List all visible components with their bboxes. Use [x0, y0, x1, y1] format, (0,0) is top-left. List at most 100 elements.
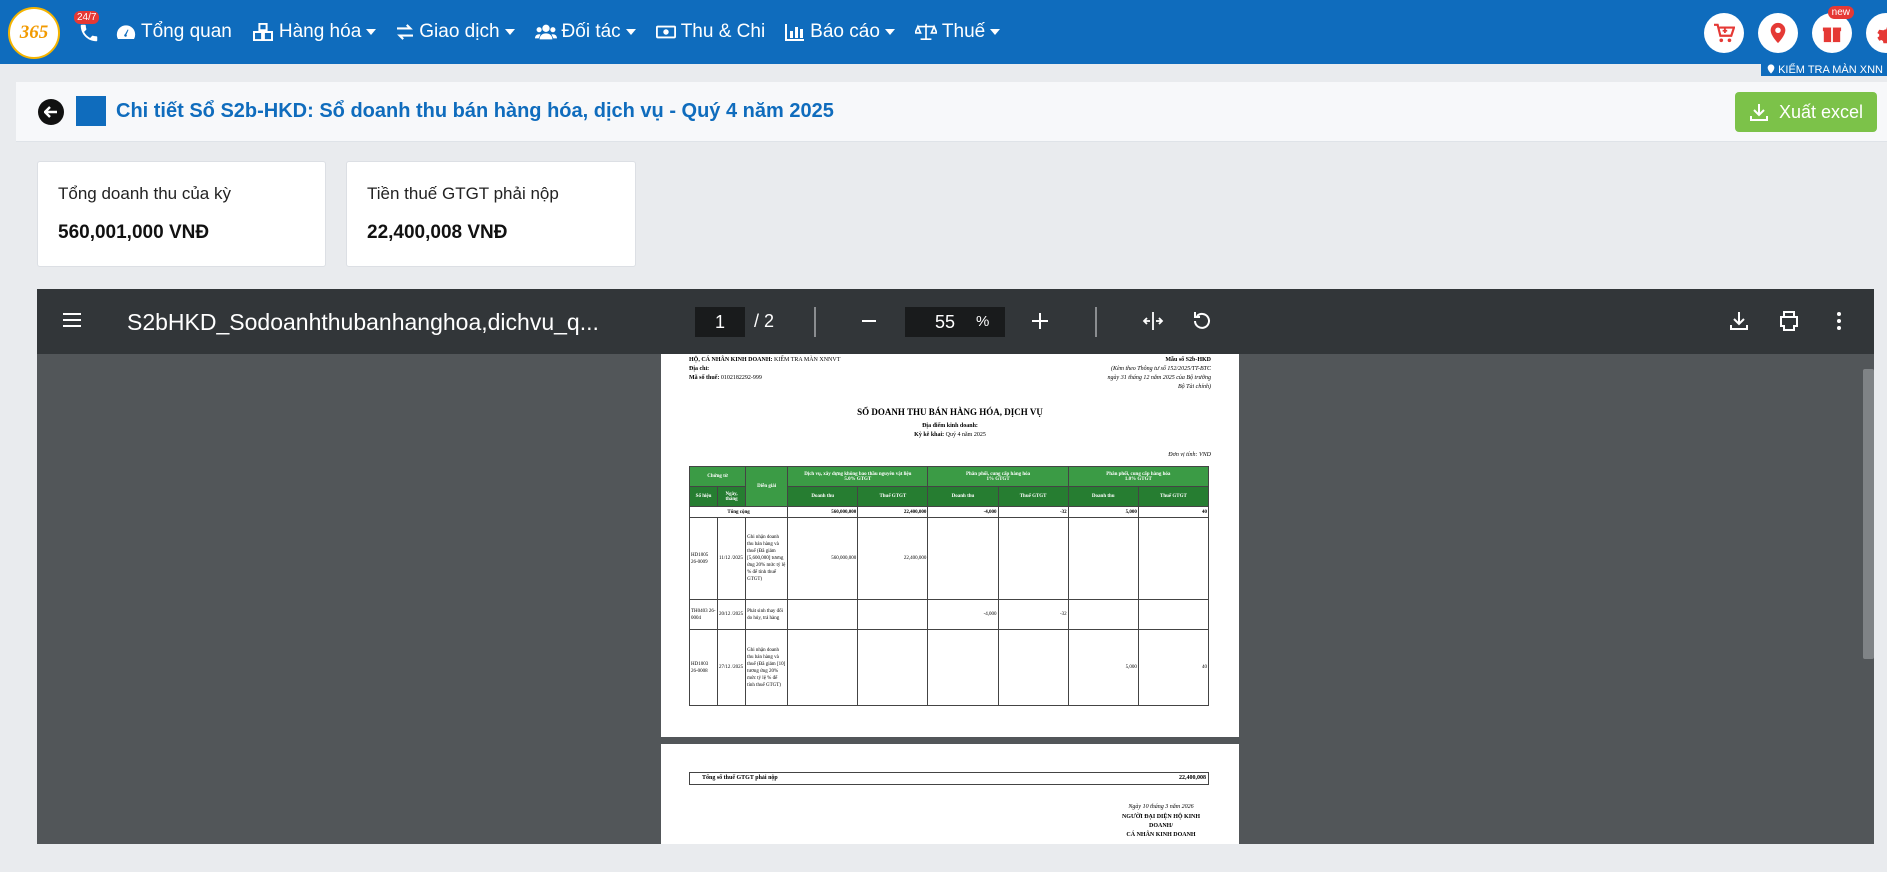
menu-giao-dich[interactable]: Giao dịch [396, 21, 515, 43]
menu-hang-hoa[interactable]: Hàng hóa [252, 21, 377, 43]
more-vertical-icon[interactable] [1827, 309, 1851, 333]
fit-width-icon[interactable] [1141, 309, 1165, 333]
row-cell: 560,000,000 [787, 517, 859, 600]
row-cell [1137, 517, 1210, 600]
settings-button[interactable] [1866, 13, 1887, 53]
menu-label: Giao dịch [419, 21, 500, 42]
col-group-3: Phân phối, cung cấp hàng hóa 1.0% GTGT [1067, 466, 1210, 487]
store-indicator[interactable]: KIỂM TRA MÀN XNN [1761, 64, 1887, 76]
vat-total-value: 22,400,008 [1179, 775, 1206, 781]
exchange-icon [397, 24, 414, 40]
chevron-down-icon [884, 29, 895, 35]
dashboard-icon [116, 25, 136, 39]
sign-title: DOANH/ [1149, 823, 1173, 829]
total-cell: 560,000,000 [787, 506, 859, 518]
chevron-down-icon [366, 29, 377, 35]
logo-text: 365 [19, 22, 49, 43]
menu-tong-quan[interactable]: Tổng quan [116, 21, 232, 43]
map-pin-icon [1770, 22, 1786, 44]
scale-icon [914, 23, 937, 41]
doc-title: SỔ DOANH THU BÁN HÀNG HÓA, DỊCH VỤ [857, 407, 1043, 417]
doc-taxcode-label: Mã số thuế: [689, 375, 720, 381]
print-icon[interactable] [1777, 309, 1801, 333]
table-row: HD1003 26-0008 27/12 /2025 Ghi nhận doan… [688, 629, 1210, 706]
export-label: Xuất excel [1778, 101, 1864, 122]
phone-icon[interactable] [78, 22, 100, 44]
menu-icon[interactable] [63, 313, 81, 327]
row-cell: 40 [1137, 629, 1210, 706]
chevron-down-icon [504, 29, 515, 35]
app-logo[interactable]: 365 [8, 7, 60, 59]
menu-thue[interactable]: Thuế [914, 21, 1001, 43]
doc-form-note: Bộ Tài chính) [1178, 384, 1211, 390]
menu-thu-chi[interactable]: Thu & Chi [655, 21, 766, 43]
row-cell [927, 629, 999, 706]
total-cell: -32 [997, 506, 1069, 518]
gift-button[interactable]: new [1812, 6, 1854, 53]
group-rate: 1% GTGT [986, 476, 1010, 482]
revenue-ledger-table: Chứng từ Diễn giải Dịch vụ, xây dựng khô… [688, 466, 1210, 706]
doc-taxcode-value: 0102182292-999 [720, 375, 762, 381]
cart-button[interactable] [1704, 13, 1744, 53]
rotate-icon[interactable] [1190, 309, 1214, 333]
col-vat: Thuế GTGT [1137, 486, 1210, 507]
menu-label: Thuế [941, 21, 986, 42]
gear-icon [1877, 27, 1887, 44]
menu-label: Hàng hóa [278, 21, 362, 42]
stat-label: Tổng doanh thu của kỳ [58, 184, 231, 203]
table-row: TH0403 26-0004 20/12 /2025 Phát sinh tha… [688, 599, 1210, 630]
col-vat: Thuế GTGT [857, 486, 929, 507]
zoom-in-icon[interactable] [1032, 313, 1048, 329]
zoom-input[interactable]: 55 % [905, 307, 1005, 337]
gift-icon [1822, 27, 1842, 43]
pdf-page-2: Tổng số thuế GTGT phải nộp 22,400,008 Ng… [661, 744, 1239, 844]
zoom-out-icon[interactable] [862, 320, 876, 322]
pdf-page-1: HỘ, CÁ NHÂN KINH DOANH: KIỂM TRA MÀN XNN… [661, 354, 1239, 737]
row-desc: Ghi nhận doanh thu bán hàng và thuế (Đã … [745, 517, 789, 600]
col-no: Số hiệu [688, 486, 719, 507]
nav-actions: new [1690, 6, 1887, 53]
col-date: Ngày, tháng [717, 486, 747, 507]
location-button[interactable] [1758, 13, 1798, 53]
download-icon[interactable] [1727, 309, 1751, 333]
row-cell: -32 [997, 599, 1069, 630]
money-icon [655, 25, 676, 39]
col-vat: Thuế GTGT [997, 486, 1069, 507]
back-button[interactable] [38, 99, 64, 125]
users-icon [534, 24, 557, 40]
export-excel-button[interactable]: Xuất excel [1735, 92, 1877, 132]
col-rev: Doanh thu [1067, 486, 1139, 507]
map-pin-icon [1767, 64, 1775, 74]
pdf-toolbar: S2bHKD_Sodoanhthubanhanghoa,dichvu_q... … [37, 289, 1874, 354]
col-rev: Doanh thu [927, 486, 999, 507]
store-name: KIỂM TRA MÀN XNN [1778, 64, 1883, 76]
col-group-2: Phân phối, cung cấp hàng hóa 1% GTGT [927, 466, 1069, 487]
stat-value: 22,400,008 VNĐ [367, 222, 508, 243]
download-icon [1749, 104, 1768, 121]
vat-total-row: Tổng số thuế GTGT phải nộp 22,400,008 [689, 772, 1209, 785]
menu-bao-cao[interactable]: Báo cáo [785, 21, 895, 43]
stat-label: Tiền thuế GTGT phải nộp [367, 184, 559, 203]
table-row: HD1005 26-0009 11/12 /2025 Ghi nhận doan… [688, 517, 1210, 600]
row-date: 11/12 /2025 [717, 517, 747, 600]
row-cell [1067, 599, 1139, 630]
total-cell: 22,400,000 [857, 506, 929, 518]
toolbar-divider [814, 307, 816, 337]
col-desc: Diễn giải [745, 466, 789, 507]
pdf-scrollbar[interactable] [1863, 369, 1874, 659]
toolbar-divider [1095, 307, 1097, 337]
doc-owner: HỘ, CÁ NHÂN KINH DOANH: KIỂM TRA MÀN XNN… [689, 357, 840, 363]
row-date: 20/12 /2025 [717, 599, 747, 630]
chevron-down-icon [990, 29, 1001, 35]
menu-label: Thu & Chi [680, 21, 766, 42]
row-no: TH0403 26-0004 [688, 599, 719, 630]
row-cell [787, 599, 859, 630]
row-cell [857, 599, 929, 630]
menu-doi-tac[interactable]: Đối tác [534, 21, 636, 43]
title-marker [76, 96, 106, 126]
total-row: Tổng cộng 560,000,000 22,400,000 -4,000 … [688, 506, 1210, 518]
doc-form-note: ngày 31 tháng 12 năm 2025 của Bộ trưởng [1107, 375, 1211, 381]
stat-card-vat: Tiền thuế GTGT phải nộp 22,400,008 VNĐ [346, 161, 636, 267]
menu-label: Tổng quan [141, 21, 232, 42]
page-number-input[interactable]: 1 [695, 307, 745, 337]
